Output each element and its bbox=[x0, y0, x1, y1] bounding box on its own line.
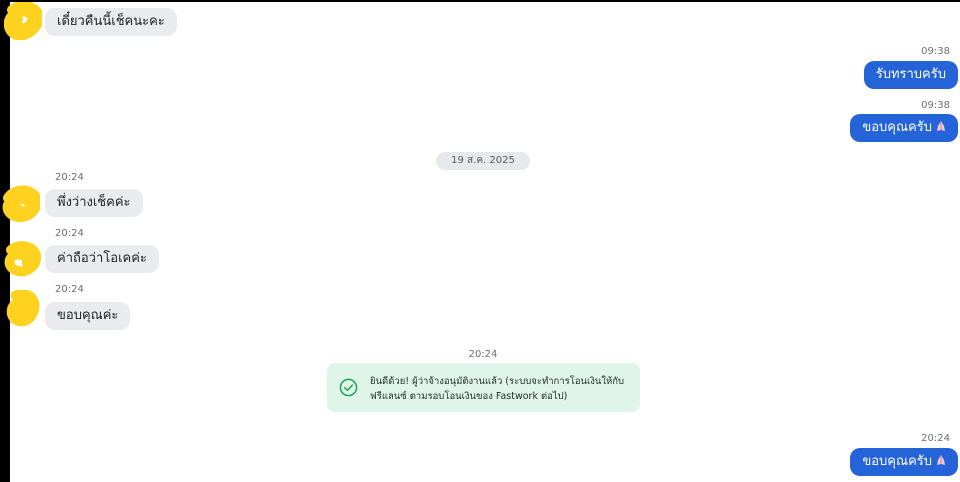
message-bubble-incoming[interactable]: เดี๋ยวคืนนี้เช็คนะคะ bbox=[45, 8, 177, 36]
message-time: 09:38 bbox=[921, 46, 950, 57]
check-circle-icon bbox=[339, 378, 358, 397]
system-message-line: ยินดีด้วย! ผู้ว่าจ้างอนุมัติงานแล้ว (ระบ… bbox=[370, 376, 625, 387]
message-text: ขอบคุณครับ bbox=[862, 454, 932, 469]
message-bubble-outgoing[interactable]: ขอบคุณครับ bbox=[850, 448, 958, 476]
redacted-avatar-icon bbox=[2, 185, 40, 222]
message-time: 09:38 bbox=[921, 100, 950, 111]
redacted-avatar-icon bbox=[4, 2, 42, 40]
system-message-text: ยินดีด้วย! ผู้ว่าจ้างอนุมัติงานแล้ว (ระบ… bbox=[370, 374, 634, 404]
message-bubble-incoming[interactable]: พึ่งว่างเช็คค่ะ bbox=[45, 189, 143, 217]
message-text: ขอบคุณครับ bbox=[862, 120, 932, 135]
date-separator: 19 ส.ค. 2025 bbox=[436, 152, 530, 170]
window-top-edge bbox=[0, 0, 960, 2]
message-bubble-outgoing[interactable]: รับทราบครับ bbox=[863, 61, 958, 89]
message-bubble-outgoing[interactable]: ขอบคุณครับ bbox=[850, 114, 958, 142]
message-bubble-incoming[interactable]: ขอบคุณค่ะ bbox=[45, 302, 131, 330]
chat-window: เดี๋ยวคืนนี้เช็คนะคะ 09:38 รับทราบครับ 0… bbox=[0, 0, 960, 482]
system-message-time: 20:24 bbox=[468, 349, 498, 360]
message-bubble-incoming[interactable]: ค่าถือว่าโอเคค่ะ bbox=[45, 245, 159, 273]
system-message-line: ฟรีแลนซ์ ตามรอบโอนเงินของ Fastwork ต่อไป… bbox=[370, 391, 568, 402]
message-time: 20:24 bbox=[55, 284, 84, 295]
system-approval-card: ยินดีด้วย! ผู้ว่าจ้างอนุมัติงานแล้ว (ระบ… bbox=[327, 363, 640, 412]
message-time: 20:24 bbox=[55, 228, 84, 239]
message-time: 20:24 bbox=[921, 433, 950, 444]
praying-hands-icon bbox=[937, 121, 945, 131]
redacted-avatar-icon bbox=[6, 290, 40, 327]
redacted-avatar-icon bbox=[4, 241, 41, 277]
message-time: 20:24 bbox=[55, 172, 84, 183]
praying-hands-icon bbox=[937, 455, 945, 465]
